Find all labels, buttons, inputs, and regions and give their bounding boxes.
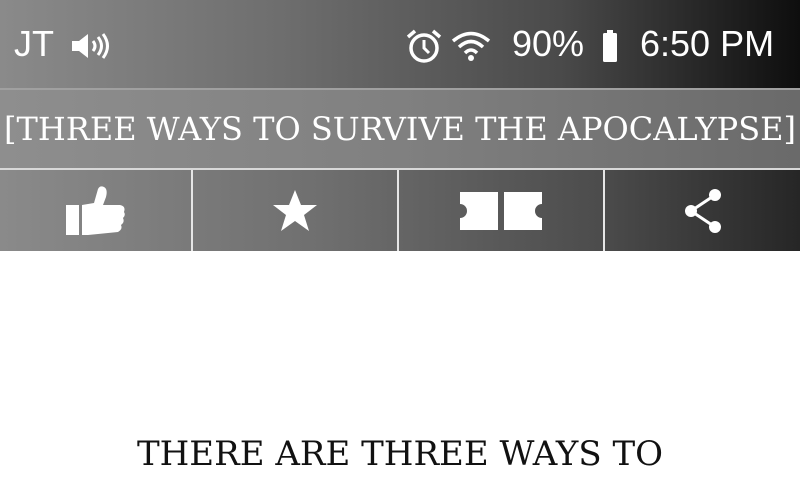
title-bar: [THREE WAYS TO SURVIVE THE APOCALYPSE]: [0, 88, 800, 168]
alarm-icon: [405, 28, 443, 64]
ticket-icon: [460, 191, 542, 230]
clock: 6:50 PM: [640, 23, 775, 64]
battery-percent: 90%: [512, 23, 585, 64]
thumbs-up-icon: [65, 185, 126, 237]
tickets-button[interactable]: [399, 170, 605, 251]
status-bar: JT 90% 6:50 PM: [0, 0, 800, 88]
like-button[interactable]: [0, 170, 193, 251]
star-icon: [271, 188, 319, 234]
favorite-button[interactable]: [193, 170, 399, 251]
content-area: THERE ARE THREE WAYS TO: [0, 251, 800, 480]
page-title: [THREE WAYS TO SURVIVE THE APOCALYPSE]: [4, 110, 796, 148]
share-icon: [683, 188, 723, 234]
share-button[interactable]: [605, 170, 800, 251]
battery-icon: [602, 30, 618, 62]
wifi-icon: [451, 30, 491, 62]
toolbar: [0, 168, 800, 251]
content-text: THERE ARE THREE WAYS TO: [136, 434, 664, 474]
carrier-name: JT: [14, 23, 54, 64]
volume-icon: [70, 32, 112, 60]
